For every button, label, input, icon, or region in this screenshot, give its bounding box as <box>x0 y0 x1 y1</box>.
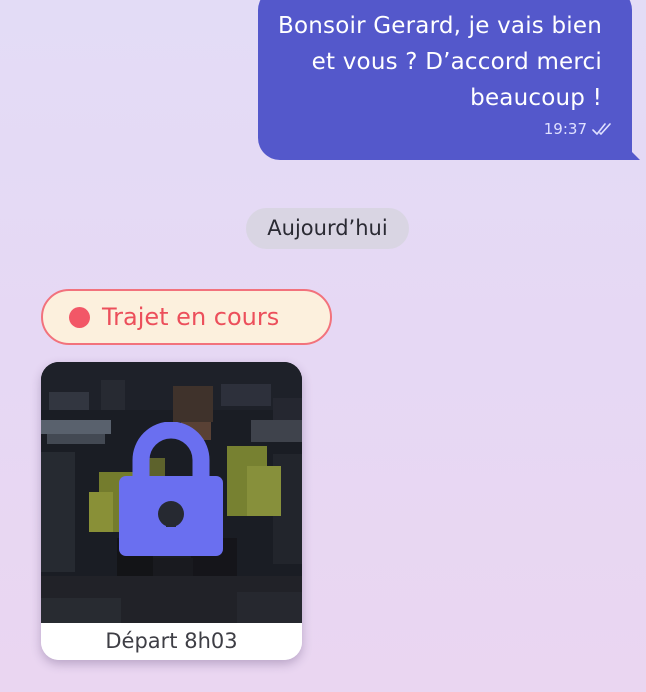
photo-caption: Départ 8h03 <box>41 623 302 660</box>
date-separator: Aujourd’hui <box>246 208 409 249</box>
bubble-tail <box>628 148 640 160</box>
double-check-icon <box>592 123 611 135</box>
message-meta: 19:37 <box>544 120 614 138</box>
lock-icon <box>119 422 223 556</box>
status-dot-icon <box>69 306 90 328</box>
trip-status-label: Trajet en cours <box>102 303 280 331</box>
locked-photo-card[interactable]: Départ 8h03 <box>41 362 302 660</box>
message-text: Bonsoir Gerard, je vais bien et vous ? D… <box>278 13 602 111</box>
outgoing-message-bubble[interactable]: Bonsoir Gerard, je vais bien et vous ? D… <box>258 0 640 160</box>
blurred-photo[interactable] <box>41 362 302 623</box>
trip-status-badge[interactable]: Trajet en cours <box>41 289 332 345</box>
message-time: 19:37 <box>543 120 587 138</box>
